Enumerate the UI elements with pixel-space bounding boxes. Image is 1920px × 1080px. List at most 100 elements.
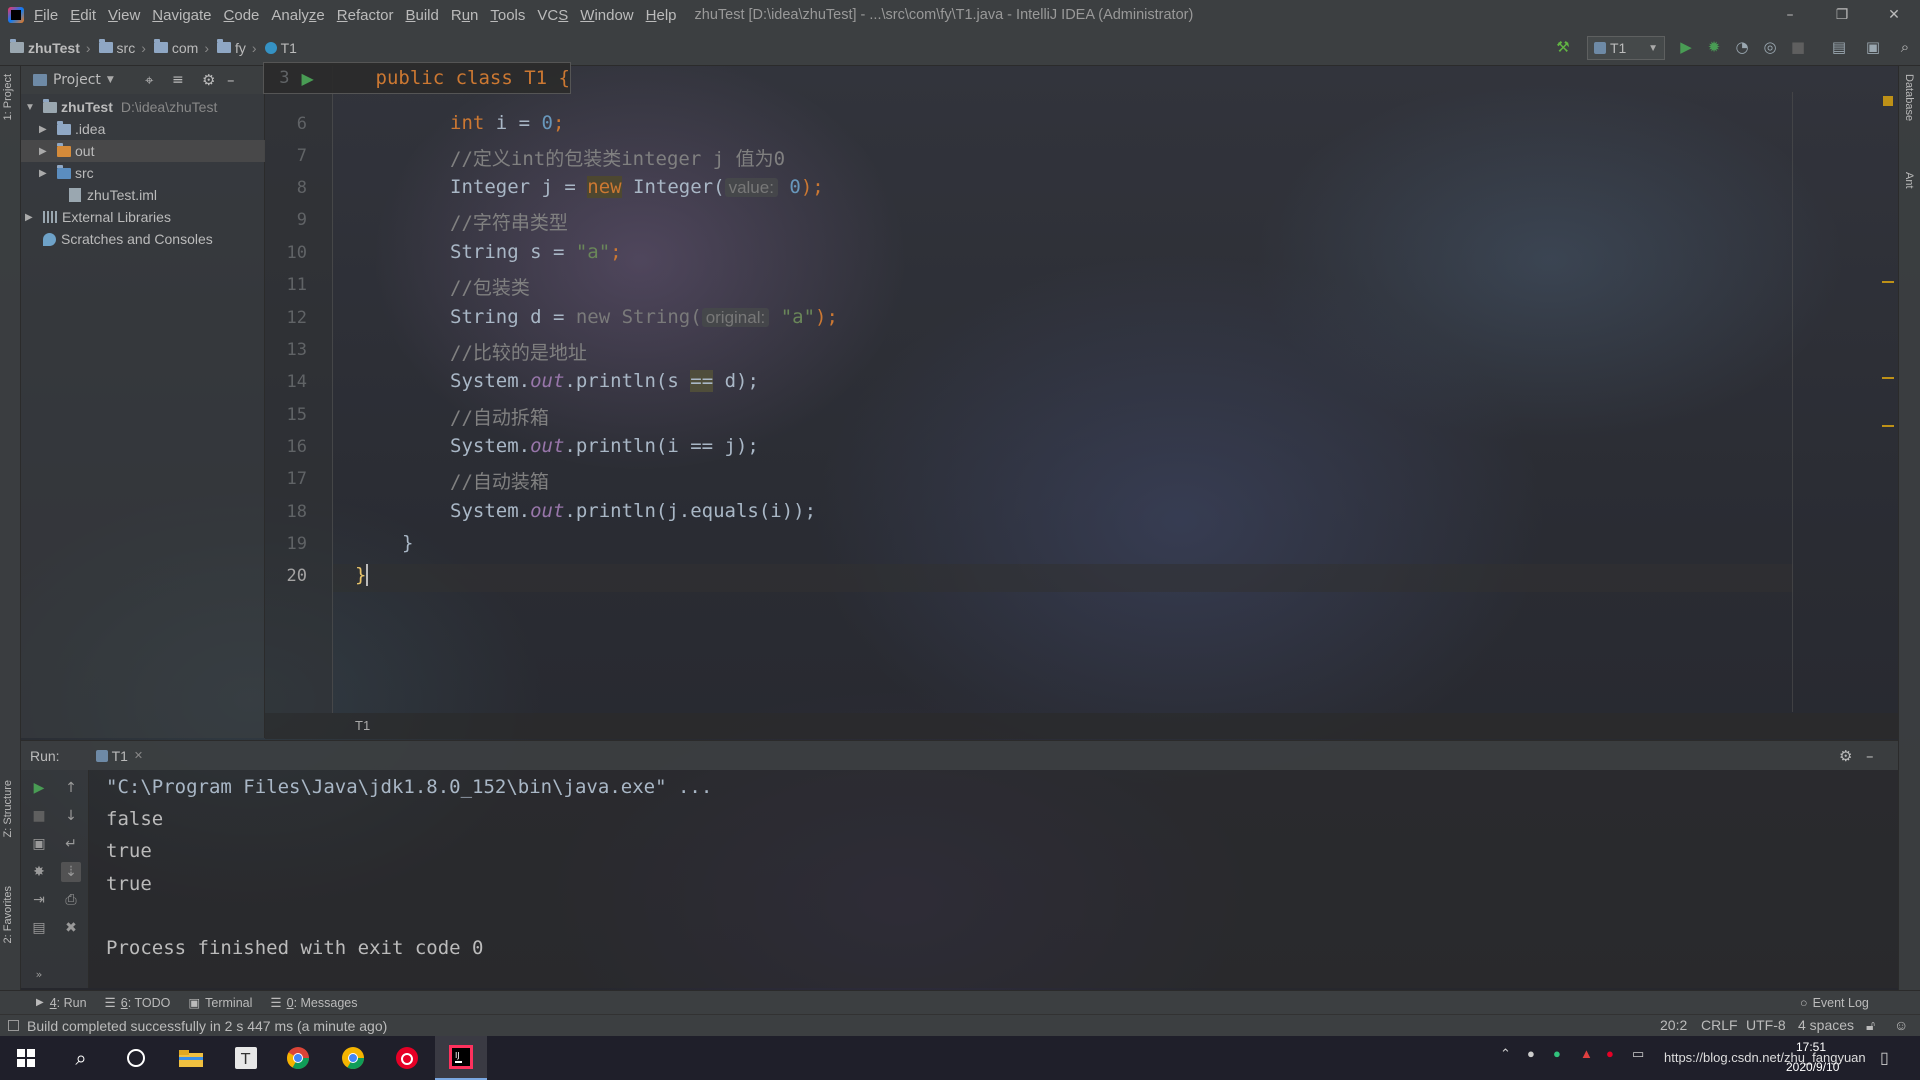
menu-item[interactable]: Window (580, 7, 633, 24)
scroll-marker[interactable] (1882, 281, 1894, 283)
chrome-icon-2[interactable] (327, 1036, 379, 1080)
tab-ant[interactable]: Ant (1903, 172, 1915, 189)
taskbar-clock-date[interactable]: 2020/9/10 (1786, 1060, 1839, 1074)
coverage-icon[interactable]: ◔ (1729, 34, 1755, 60)
menu-item[interactable]: Help (646, 7, 677, 24)
breadcrumb-com[interactable]: com › (153, 39, 209, 56)
project-view-select[interactable]: Project (53, 72, 101, 88)
project-structure-icon[interactable]: ▤ (1826, 34, 1852, 60)
trash-icon[interactable]: ✖ (61, 918, 81, 938)
menu-item[interactable]: Build (405, 7, 438, 24)
menu-item[interactable]: Code (224, 7, 260, 24)
gear-icon[interactable]: ⚙ (202, 71, 215, 89)
wechat-tray-icon[interactable]: ● (1553, 1046, 1561, 1061)
menu-item[interactable]: VCS (537, 7, 568, 24)
tree-item-src[interactable]: ▶ src (39, 162, 94, 184)
inspector-icon[interactable]: ☺ (1894, 1014, 1908, 1036)
menu-item[interactable]: View (108, 7, 140, 24)
close-window-icon[interactable]: ✕ (1868, 0, 1920, 30)
tab-favorites[interactable]: 2: Favorites (2, 886, 14, 943)
qq-tray-icon[interactable]: ● (1527, 1046, 1535, 1061)
status-message[interactable]: Build completed successfully in 2 s 447 … (27, 1018, 387, 1034)
netease-music-icon[interactable] (381, 1036, 433, 1080)
restore-icon[interactable]: ❐ (1816, 0, 1868, 30)
code-line-8[interactable]: Integer j = new Integer(value: 0); (450, 176, 824, 198)
file-encoding[interactable]: UTF-8 (1746, 1014, 1786, 1036)
line-separator[interactable]: CRLF (1701, 1014, 1738, 1036)
build-hammer-icon[interactable]: ⚒ (1550, 34, 1576, 60)
taskbar-clock-time[interactable]: 17:51 (1796, 1040, 1826, 1054)
intellij-taskbar-icon[interactable]: IJ (435, 1036, 487, 1080)
menu-item[interactable]: Refactor (337, 7, 394, 24)
settings-icon[interactable]: ✸ (29, 862, 49, 882)
profile-icon[interactable]: ◎ (1757, 34, 1783, 60)
tree-item-scratches[interactable]: Scratches and Consoles (43, 228, 213, 250)
lock-icon[interactable]: 🔓︎ (1866, 1014, 1875, 1036)
code-line-6[interactable]: int i = 0; (450, 112, 564, 134)
code-line-18[interactable]: System.out.println(j.equals(i)); (450, 500, 816, 522)
code-line-10[interactable]: String s = "a"; (450, 241, 622, 263)
code-line-14[interactable]: System.out.println(s == d); (450, 370, 759, 392)
tab-terminal[interactable]: ▣ Terminal (188, 995, 252, 1011)
stop-icon[interactable]: ■ (29, 806, 49, 826)
tree-item-iml[interactable]: zhuTest.iml (69, 184, 157, 206)
windows-start-icon[interactable] (0, 1036, 52, 1080)
up-arrow-icon[interactable]: ↑ (61, 778, 81, 798)
minimize-icon[interactable]: – (1764, 0, 1816, 30)
hide-panel-icon[interactable]: – (227, 71, 235, 89)
close-tab-icon[interactable]: ✕ (134, 749, 143, 762)
breadcrumb-class-t1[interactable]: T1 (264, 40, 297, 56)
code-line-13[interactable]: //比较的是地址 (450, 338, 587, 365)
inspection-status-icon[interactable] (1883, 96, 1893, 106)
tab-database[interactable]: Database (1903, 74, 1915, 121)
code-line-17[interactable]: //自动装箱 (450, 467, 549, 494)
camera-icon[interactable]: ▣ (29, 834, 49, 854)
tab-project[interactable]: 1: Project (2, 74, 14, 120)
code-line-9[interactable]: //字符串类型 (450, 208, 568, 235)
editor-footer-breadcrumb[interactable]: T1 (355, 718, 370, 733)
layout-icon[interactable]: ▣ (1860, 34, 1886, 60)
rerun-icon[interactable]: ▶ (29, 778, 49, 798)
print-icon[interactable]: ⎙ (61, 890, 81, 910)
run-tab-t1[interactable]: T1 ✕ (88, 741, 152, 771)
indent-setting[interactable]: 4 spaces (1798, 1014, 1854, 1036)
tree-item-out[interactable]: ▶ out (21, 140, 265, 162)
scroll-to-end-icon[interactable]: ⇣ (61, 862, 81, 882)
tray-chevron-icon[interactable]: ⌃ (1500, 1046, 1511, 1062)
tree-item-idea[interactable]: ▶ .idea (39, 118, 105, 140)
hide-panel-icon[interactable]: – (1866, 747, 1874, 765)
debug-bug-icon[interactable]: ✹ (1701, 34, 1727, 60)
menu-item[interactable]: Tools (490, 7, 525, 24)
search-icon[interactable]: ⌕ (1892, 34, 1918, 60)
tree-item-project-root[interactable]: ▼ zhuTest D:\idea\zhuTest (25, 96, 217, 118)
music-tray-icon[interactable]: ● (1606, 1046, 1614, 1061)
scroll-marker[interactable] (1882, 377, 1894, 379)
breadcrumb-fy[interactable]: fy › (217, 39, 257, 56)
tab-run[interactable]: ▶ 4: Run (36, 996, 87, 1010)
exit-icon[interactable]: ⇥ (29, 890, 49, 910)
code-line-12[interactable]: String d = new String(original: "a"); (450, 306, 838, 328)
typora-icon[interactable]: T (220, 1036, 272, 1080)
run-gutter-icon[interactable]: ▶ (301, 69, 313, 88)
chevron-down-icon[interactable]: ▼ (107, 75, 114, 85)
menu-item[interactable]: File (34, 7, 58, 24)
menu-item[interactable]: Analyze (271, 7, 324, 24)
task-view-icon[interactable] (110, 1036, 162, 1080)
tab-messages[interactable]: ☰ 0: Messages (270, 995, 357, 1011)
menu-item[interactable]: Edit (70, 7, 96, 24)
notification-icon[interactable]: ▯ (1880, 1048, 1889, 1068)
code-line-19[interactable]: } (402, 532, 413, 554)
locate-target-icon[interactable]: ⌖ (145, 71, 153, 89)
sticky-scope-header[interactable]: 3 ▶ public class T1 { (263, 62, 571, 94)
tree-item-external-libraries[interactable]: ▶ External Libraries (25, 206, 171, 228)
tab-structure[interactable]: Z: Structure (2, 780, 14, 837)
battery-tray-icon[interactable]: ▭ (1632, 1046, 1644, 1062)
run-configuration-select[interactable]: T1 ▼ (1587, 36, 1665, 60)
code-line-20[interactable]: } (355, 564, 369, 586)
caret-position[interactable]: 20:2 (1660, 1014, 1687, 1036)
tab-todo[interactable]: ☰ 6: TODO (105, 995, 171, 1011)
event-log-button[interactable]: ○ Event Log (1800, 996, 1869, 1010)
menu-item[interactable]: Run (451, 7, 479, 24)
stop-icon[interactable]: ■ (1785, 34, 1811, 60)
collapse-all-icon[interactable]: ≡ (172, 72, 184, 88)
